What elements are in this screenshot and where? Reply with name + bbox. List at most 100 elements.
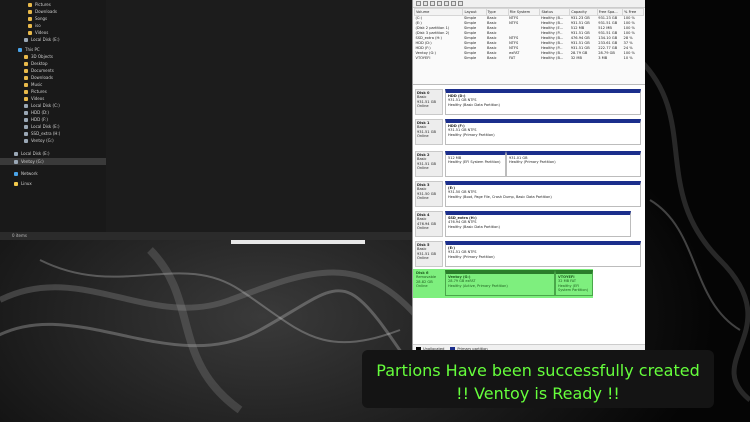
nav-item[interactable]: Music: [0, 81, 106, 88]
nav-item[interactable]: Linux: [0, 180, 106, 187]
folder-icon: [24, 75, 28, 80]
volume-cell: Basic: [487, 56, 497, 60]
item-count-text: 0 items: [12, 233, 27, 238]
disk-state: Online: [417, 134, 429, 139]
column-header[interactable]: Type: [485, 8, 509, 16]
drive-icon: [24, 117, 28, 122]
partition-block[interactable]: (E:) 931.51 GB NTFS Healthy (Primary Parti…: [445, 241, 641, 267]
nav-item[interactable]: Network: [0, 170, 106, 177]
partition-line2: Healthy (Active, Primary Partition): [448, 283, 508, 288]
nav-item[interactable]: Downloads: [0, 74, 106, 81]
disk-label[interactable]: Disk 2 Basic 931.51 GB Online: [415, 151, 443, 177]
column-header[interactable]: Volume: [413, 8, 464, 16]
drive-icon: [24, 37, 28, 42]
nav-item[interactable]: 3D Objects: [0, 53, 106, 60]
caption-line-2: !! Ventoy is Ready !!: [456, 384, 620, 403]
column-header[interactable]: Capacity: [569, 8, 598, 16]
partition-block[interactable]: (E:) 931.50 GB NTFS Healthy (Boot, Page Fi…: [445, 181, 641, 207]
nav-item[interactable]: Ventoy (G:): [0, 137, 106, 144]
caption-box: Partions Have been successfully created …: [362, 350, 714, 408]
drive-icon: [24, 138, 28, 143]
linux-icon: [14, 181, 18, 186]
disk-label[interactable]: Disk 4 Basic 476.94 GB Online: [415, 211, 443, 237]
folder-icon: [24, 68, 28, 73]
nav-item[interactable]: SSD_extra (H:): [0, 130, 106, 137]
nav-item[interactable]: iso: [0, 22, 106, 29]
refresh-icon[interactable]: [451, 1, 456, 6]
disk-state: Online: [417, 104, 429, 109]
disk-state: Online: [417, 256, 429, 261]
explorer-content-pane[interactable]: [106, 0, 412, 232]
volume-cell: 10 %: [623, 56, 633, 60]
nav-item-label: Linux: [21, 181, 32, 186]
nav-item[interactable]: This PC: [0, 46, 106, 53]
nav-item-label: Songs: [35, 16, 48, 21]
volume-cell: 32 MB: [570, 56, 582, 60]
partition-block[interactable]: 931.01 GB Healthy (Primary Partition): [506, 151, 641, 177]
disk-label[interactable]: Disk 5 Basic 931.51 GB Online: [415, 241, 443, 267]
help-icon[interactable]: [437, 1, 442, 6]
column-header[interactable]: % Free: [622, 8, 644, 16]
partition-block[interactable]: VTOYEFI 32 MB FAT Healthy (EFI System Part…: [555, 270, 593, 296]
disk-label[interactable]: Disk 3 Basic 931.50 GB Online: [415, 181, 443, 207]
nav-item[interactable]: Pictures: [0, 88, 106, 95]
volume-cell: VTOYEFI: [415, 56, 431, 60]
nav-item-label: Desktop: [31, 61, 48, 66]
nav-item[interactable]: Local Disk (C:): [0, 102, 106, 109]
partition-block[interactable]: HDD (D:) 931.51 GB NTFS Healthy (Basic Dat…: [445, 89, 641, 115]
folder-icon: [24, 54, 28, 59]
nav-item-label: Documents: [31, 68, 54, 73]
partition-block[interactable]: SSD_extra (H:) 476.94 GB NTFS Healthy (Bas…: [445, 211, 631, 237]
column-header[interactable]: Status: [539, 8, 571, 16]
horizontal-scrollbar[interactable]: [231, 240, 365, 244]
nav-item[interactable]: Documents: [0, 67, 106, 74]
disk-row: Disk 5 Basic 931.51 GB Online (E:) 931.51 GB …: [415, 241, 643, 267]
file-explorer-window: Pictures Downloads Songs iso Videos Local Dis…: [0, 0, 413, 240]
nav-item-label: Downloads: [35, 9, 57, 14]
back-icon[interactable]: [416, 1, 421, 6]
disk-row: Disk 0 Basic 931.51 GB Online HDD (D:) 931.51…: [415, 89, 643, 115]
nav-item[interactable]: Pictures: [0, 1, 106, 8]
console-icon[interactable]: [430, 1, 435, 6]
nav-item-label: Videos: [35, 30, 49, 35]
properties-icon[interactable]: [444, 1, 449, 6]
disk-state: Online: [417, 196, 429, 201]
nav-item-label: Videos: [31, 96, 45, 101]
partition-line2: Healthy (Primary Partition): [448, 254, 495, 259]
nav-item[interactable]: Local Disk (E:): [0, 36, 106, 43]
explorer-status-bar: 0 items: [0, 232, 412, 240]
usb-disk-highlight[interactable]: Disk 6 Removable 28.82 GB Online Ventoy (G:)…: [413, 269, 593, 298]
disk-state: Online: [417, 226, 429, 231]
folder-icon: [28, 16, 32, 21]
partition-block[interactable]: HDD (F:) 931.51 GB NTFS Healthy (Primary P…: [445, 119, 641, 145]
partition-line2: Healthy (Primary Partition): [509, 160, 556, 165]
disk-label[interactable]: Disk 0 Basic 931.51 GB Online: [415, 89, 443, 115]
disk-row: Disk 6 Removable 28.82 GB Online Ventoy (G:)…: [415, 270, 643, 296]
nav-item-label: SSD_extra (H:): [31, 131, 61, 136]
settings-icon[interactable]: [458, 1, 463, 6]
disk-label[interactable]: Disk 6 Removable 28.82 GB Online: [415, 270, 443, 296]
nav-item[interactable]: Downloads: [0, 8, 106, 15]
disk-label[interactable]: Disk 1 Basic 931.51 GB Online: [415, 119, 443, 145]
nav-item[interactable]: Local Disk (E:): [0, 150, 106, 157]
forward-icon[interactable]: [423, 1, 428, 6]
column-header[interactable]: Layout: [462, 8, 487, 16]
nav-item-label: HDD (D:): [31, 110, 49, 115]
drive-icon: [24, 131, 28, 136]
disk-row: Disk 2 Basic 931.51 GB Online 512 MB Healthy …: [415, 151, 643, 177]
nav-item[interactable]: Ventoy (G:): [0, 158, 106, 165]
partition-block[interactable]: Ventoy (G:) 28.79 GB exFAT Healthy (Active…: [445, 270, 555, 296]
nav-item[interactable]: HDD (D:): [0, 109, 106, 116]
nav-item[interactable]: Videos: [0, 95, 106, 102]
volume-row[interactable]: VTOYEFI Simple Basic FAT Healthy (B... 32 MB 3…: [415, 56, 644, 61]
nav-item[interactable]: Songs: [0, 15, 106, 22]
nav-item[interactable]: Desktop: [0, 60, 106, 67]
nav-item[interactable]: HDD (F:): [0, 116, 106, 123]
drive-icon: [24, 110, 28, 115]
partition-block[interactable]: 512 MB Healthy (EFI System Partition): [445, 151, 506, 177]
column-header[interactable]: File System: [507, 8, 541, 16]
nav-item[interactable]: Local Disk (E:): [0, 123, 106, 130]
nav-item[interactable]: Videos: [0, 29, 106, 36]
column-header[interactable]: Free Spa...: [596, 8, 624, 16]
drive-icon: [24, 103, 28, 108]
